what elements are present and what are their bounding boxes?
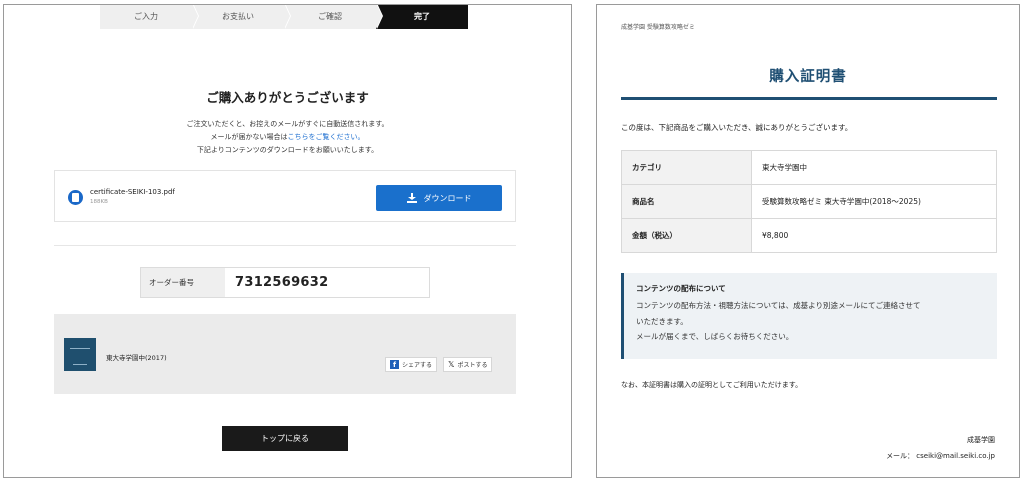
purchase-complete-page: ご入力 お支払い ご確認 完了 ご購入ありがとうございます ご注文いただくと、お… [3, 4, 572, 478]
x-logo-icon: 𝕏 [448, 360, 455, 369]
title-rule [621, 97, 997, 100]
x-post-button[interactable]: 𝕏 ポストする [443, 357, 493, 372]
x-post-label: ポストする [457, 362, 488, 369]
step-confirm: ご確認 [284, 5, 383, 29]
table-row: カテゴリ 東大寺学園中 [621, 150, 997, 185]
certificate-intro: この度は、下記商品をご購入いただき、誠にありがとうございます。 [621, 123, 853, 132]
message-line-2-text: メールが届かない場合は [210, 133, 288, 141]
step-input: ご入力 [100, 5, 199, 29]
sender-name: 成基学園 [967, 436, 995, 444]
order-number-box: オーダー番号 7312569632 [140, 267, 430, 298]
download-icon [406, 193, 417, 203]
table-row: 金額（税込） ¥8,800 [621, 218, 997, 253]
notice-line-3: メールが届くまで、しばらくお待ちください。 [636, 332, 794, 341]
section-divider [54, 245, 516, 246]
help-link[interactable]: こちらをご覧ください。 [288, 133, 365, 141]
row-key-product: 商品名 [621, 184, 752, 219]
notice-line-1: コンテンツの配布方法・視聴方法については、成基より別途メールにてご連絡させて [636, 301, 921, 310]
message-line-1: ご注文いただくと、お控えのメールがすぐに自動送信されます。 [186, 120, 389, 128]
facebook-icon: f [390, 360, 399, 369]
content-delivery-notice: コンテンツの配布について コンテンツの配布方法・視聴方法については、成基より別途… [621, 273, 997, 359]
row-value-price: ¥8,800 [751, 218, 997, 253]
certificate-title: 購入証明書 [769, 69, 847, 85]
row-key-price: 金額（税込） [621, 218, 752, 253]
facebook-share-label: シェアする [402, 362, 433, 369]
pdf-file-icon [68, 190, 83, 205]
file-name: certificate-SEIKI-103.pdf [90, 188, 175, 196]
step-payment: お支払い [192, 5, 291, 29]
notice-line-2: いただきます。 [636, 316, 688, 326]
download-file-card: certificate-SEIKI-103.pdf 188KB ダウンロード [54, 170, 516, 222]
message-line-2: メールが届かない場合はこちらをご覧ください。 [4, 131, 571, 144]
product-name: 東大寺学園中(2017) [106, 354, 167, 362]
row-value-category: 東大寺学園中 [751, 150, 997, 185]
org-header: 成基学園 受験算数攻略ゼミ [621, 24, 695, 31]
row-key-category: カテゴリ [621, 150, 752, 185]
sender-email: メール： cseiki@mail.seiki.co.jp [886, 452, 995, 460]
row-value-product: 受験算数攻略ゼミ 東大寺学園中(2018〜2025) [751, 184, 997, 219]
share-buttons: f シェアする 𝕏 ポストする [385, 357, 493, 372]
purchase-certificate: 成基学園 受験算数攻略ゼミ 購入証明書 この度は、下記商品をご購入いただき、誠に… [596, 4, 1020, 478]
notice-body: コンテンツの配布方法・視聴方法については、成基より別途メールにてご連絡させて い… [636, 298, 985, 345]
back-to-top-button[interactable]: トップに戻る [222, 426, 348, 451]
purchased-product-area: 東大寺学園中(2017) f シェアする 𝕏 ポストする [54, 314, 516, 394]
message-line-3: 下記よりコンテンツのダウンロードをお願いいたします。 [196, 146, 379, 154]
table-row: 商品名 受験算数攻略ゼミ 東大寺学園中(2018〜2025) [621, 184, 997, 219]
facebook-share-button[interactable]: f シェアする [385, 357, 438, 372]
product-thumbnail [64, 338, 96, 371]
order-number-label: オーダー番号 [141, 268, 225, 297]
thanks-message: ご注文いただくと、お控えのメールがすぐに自動送信されます。 メールが届かない場合… [4, 118, 571, 157]
file-size: 188KB [90, 199, 108, 205]
checkout-steps: ご入力 お支払い ご確認 完了 [100, 5, 468, 29]
thanks-title: ご購入ありがとうございます [206, 90, 369, 105]
download-button[interactable]: ダウンロード [376, 185, 502, 211]
step-complete: 完了 [376, 5, 468, 29]
download-button-label: ダウンロード [423, 193, 472, 203]
purchase-details-table: カテゴリ 東大寺学園中 商品名 受験算数攻略ゼミ 東大寺学園中(2018〜202… [621, 150, 997, 253]
certificate-footnote: なお、本証明書は購入の証明としてご利用いただけます。 [621, 381, 803, 389]
order-number-value: 7312569632 [235, 275, 329, 290]
notice-title: コンテンツの配布について [636, 284, 726, 293]
